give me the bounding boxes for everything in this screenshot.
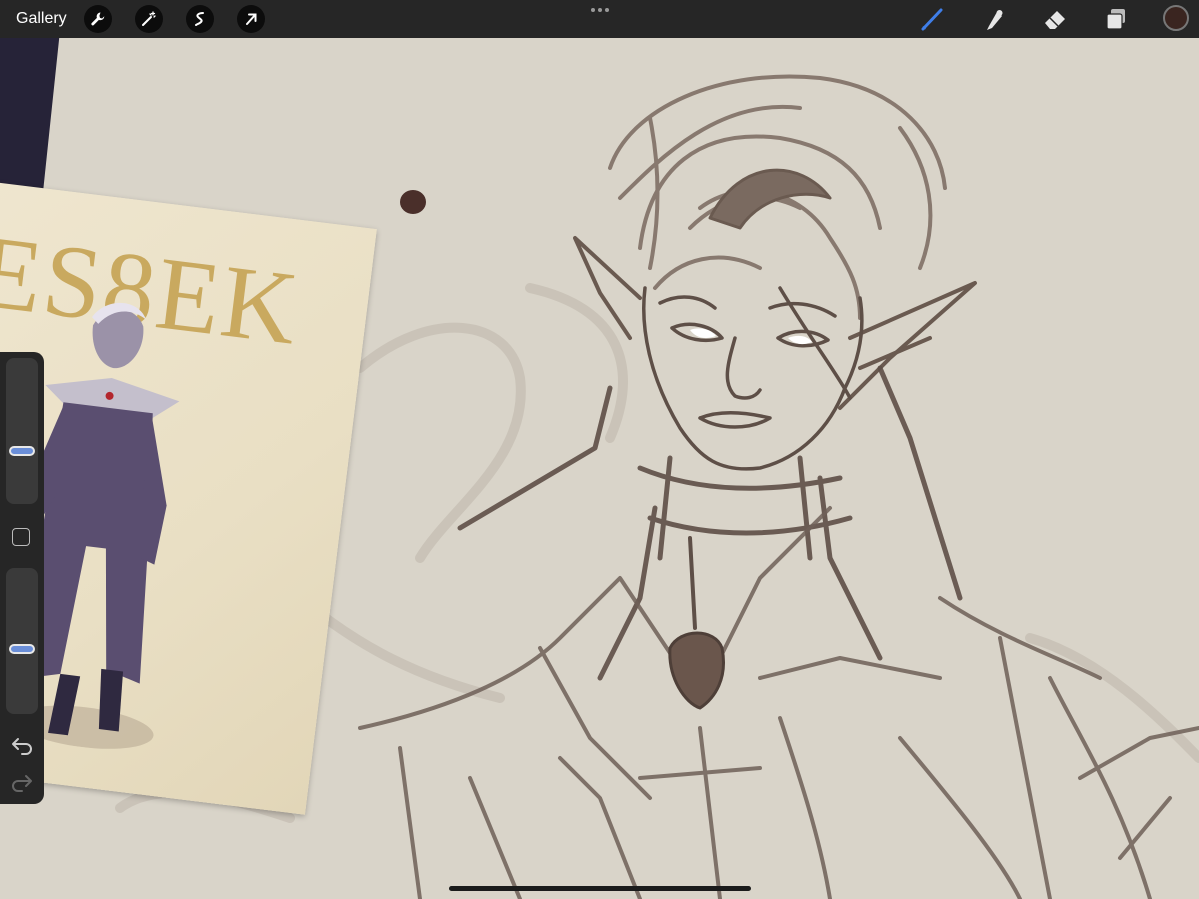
brush-size-slider-thumb[interactable] <box>9 446 35 456</box>
brush-color-dot <box>400 190 426 214</box>
undo-icon[interactable] <box>10 735 34 755</box>
gallery-button[interactable]: Gallery <box>16 10 67 28</box>
opacity-slider-thumb[interactable] <box>9 644 35 654</box>
brush-icon[interactable] <box>920 6 946 32</box>
color-picker[interactable] <box>1163 5 1189 31</box>
wrench-icon[interactable] <box>84 5 112 33</box>
eraser-icon[interactable] <box>1042 6 1068 32</box>
layers-icon[interactable] <box>1103 6 1129 32</box>
square-modify-icon[interactable] <box>12 528 30 546</box>
transform-arrow-icon[interactable] <box>237 5 265 33</box>
opacity-slider[interactable] <box>6 568 38 714</box>
selection-icon[interactable] <box>186 5 214 33</box>
top-toolbar: Gallery <box>0 0 1199 38</box>
home-indicator[interactable] <box>449 886 751 891</box>
side-slider-panel <box>0 352 44 804</box>
redo-icon[interactable] <box>10 772 34 792</box>
brush-size-slider[interactable] <box>6 358 38 504</box>
smudge-icon[interactable] <box>981 6 1007 32</box>
drawing-canvas[interactable]: ES8EK <box>0 38 1199 899</box>
more-dots-icon[interactable] <box>590 4 610 16</box>
magic-wand-icon[interactable] <box>135 5 163 33</box>
